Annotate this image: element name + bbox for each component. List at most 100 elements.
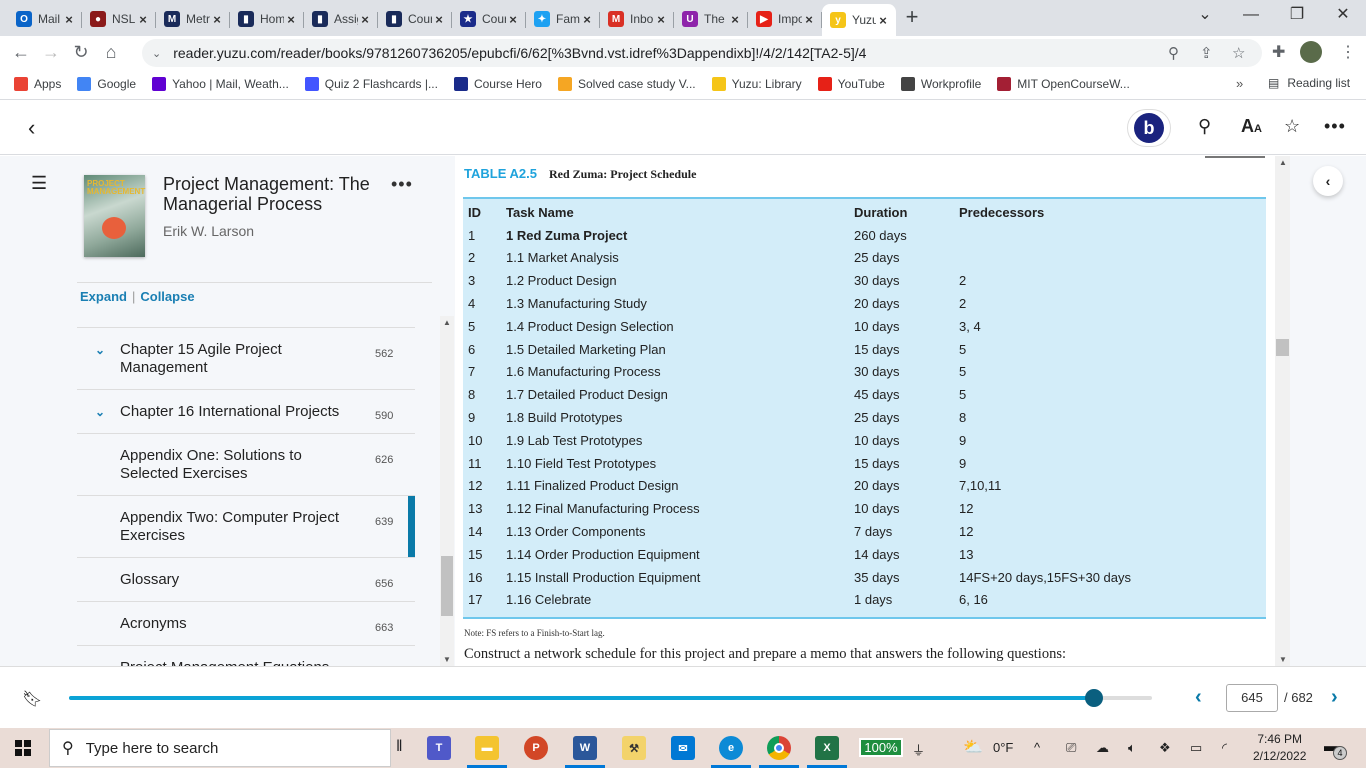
browser-tab[interactable]: M Inbo × — [600, 4, 674, 34]
extensions-icon[interactable]: ✚ — [1272, 42, 1285, 62]
browser-tab[interactable]: ●NSLS× — [82, 4, 156, 34]
bookmark-item[interactable]: Yuzu: Library — [711, 76, 802, 91]
toc-item[interactable]: Appendix Two: Computer Project Exercises… — [77, 495, 415, 557]
page-number-input[interactable]: 645 — [1226, 684, 1278, 712]
close-tab-icon[interactable]: × — [358, 12, 372, 27]
powerpoint-icon[interactable]: P — [524, 736, 548, 760]
back-to-library-icon[interactable]: ‹ — [28, 115, 35, 141]
show-hidden-icons[interactable]: ^ — [1034, 740, 1040, 755]
scroll-down-icon[interactable]: ▼ — [443, 655, 451, 664]
content-scrollbar[interactable]: ▲ ▼ — [1275, 156, 1290, 666]
weather-icon[interactable]: ⛅ — [963, 737, 983, 757]
scroll-up-icon[interactable]: ▲ — [1279, 158, 1287, 167]
taskbar-search[interactable]: ⚲ Type here to search — [49, 729, 391, 767]
toc-item[interactable]: ⌄ Chapter 15 Agile Project Management 562 — [77, 327, 415, 389]
user-avatar[interactable]: b — [1127, 109, 1171, 147]
close-tab-icon[interactable]: × — [62, 12, 76, 27]
bookmark-item[interactable]: Yahoo | Mail, Weath... — [152, 76, 289, 91]
zoom-icon[interactable]: ⚲ — [1168, 44, 1179, 62]
browser-tab[interactable]: ▮ Cour × — [378, 4, 452, 34]
reading-list-button[interactable]: ▤ Reading list — [1268, 76, 1350, 90]
share-icon[interactable]: ⇪ — [1200, 44, 1213, 62]
bookmark-item[interactable]: MIT OpenCourseW... — [997, 76, 1130, 91]
battery-icon[interactable]: ▭ — [1190, 740, 1202, 756]
teams-icon[interactable]: T — [427, 736, 451, 760]
forward-icon[interactable]: → — [36, 42, 66, 63]
bookmark-icon[interactable]: 🔖︎ — [22, 689, 42, 709]
scroll-down-icon[interactable]: ▼ — [1279, 655, 1287, 664]
file-explorer-icon[interactable]: ▬ — [467, 736, 507, 768]
close-tab-icon[interactable]: × — [210, 12, 224, 27]
weather-temp[interactable]: 0°F — [993, 740, 1013, 755]
meet-now-icon[interactable]: ⎚ — [1066, 740, 1076, 756]
scroll-up-icon[interactable]: ▲ — [443, 318, 451, 327]
toc-item[interactable]: ⌄ Chapter 16 International Projects 590 — [77, 389, 415, 433]
scrollbar-thumb[interactable] — [441, 556, 453, 616]
font-size-icon[interactable]: AA — [1241, 116, 1262, 137]
close-tab-icon[interactable]: × — [136, 12, 150, 27]
edge-icon[interactable]: e — [711, 736, 751, 768]
bookmark-item[interactable]: YouTube — [817, 76, 885, 91]
browser-tab[interactable]: ▮ Hom × — [230, 4, 304, 34]
tools-app-icon[interactable]: ⚒ — [622, 736, 646, 760]
page-progress-slider[interactable] — [69, 689, 1152, 707]
notification-center-icon[interactable]: ▬ 4 — [1324, 738, 1347, 760]
browser-tab[interactable]: ▶ Impo × — [748, 4, 822, 34]
address-bar[interactable]: ⌄ reader.yuzu.com/reader/books/978126073… — [142, 39, 1262, 67]
bookmark-item[interactable]: Google — [77, 76, 136, 91]
browser-tab[interactable]: UThe (× — [674, 4, 748, 34]
chevron-down-icon[interactable]: ⌄ — [95, 403, 105, 421]
close-tab-icon[interactable]: × — [802, 12, 816, 27]
task-view-icon[interactable]: ‖ — [396, 738, 403, 756]
notes-star-icon[interactable]: ☆ — [1284, 116, 1300, 137]
bookmark-star-icon[interactable]: ☆ — [1232, 44, 1245, 62]
bookmark-item[interactable]: Workprofile — [900, 76, 981, 91]
toc-item[interactable]: Glossary 656 — [77, 557, 415, 601]
chevron-down-icon[interactable]: ⌄ — [95, 341, 105, 359]
system-clock[interactable]: 7:46 PM 2/12/2022 — [1253, 731, 1306, 765]
bookmark-item[interactable]: Apps — [14, 76, 61, 91]
close-window-button[interactable]: ✕ — [1320, 0, 1366, 30]
onedrive-icon[interactable]: ☁ — [1096, 740, 1109, 756]
start-button[interactable] — [15, 740, 31, 756]
close-tab-icon[interactable]: × — [284, 12, 298, 27]
chrome-icon[interactable] — [759, 736, 799, 768]
minimize-button[interactable]: — — [1228, 0, 1274, 30]
close-tab-icon[interactable]: × — [728, 12, 742, 27]
close-tab-icon[interactable]: × — [654, 12, 668, 27]
reload-icon[interactable]: ↻ — [66, 42, 96, 63]
close-tab-icon[interactable]: × — [876, 13, 890, 28]
mail-icon[interactable]: ✉ — [671, 736, 695, 760]
more-options-icon[interactable]: ••• — [1324, 116, 1346, 137]
browser-tab[interactable]: ★ Cour × — [452, 4, 526, 34]
slider-handle[interactable] — [1084, 689, 1103, 707]
previous-page-button[interactable]: ‹ — [1195, 686, 1202, 709]
volume-icon[interactable]: 🔈︎ — [1128, 740, 1136, 756]
word-icon[interactable]: W — [565, 736, 605, 768]
sidebar-scrollbar[interactable]: ▲ ▼ — [440, 316, 454, 666]
browser-tab[interactable]: M Metr × — [156, 4, 230, 34]
dropbox-icon[interactable]: ❖ — [1159, 740, 1171, 756]
wifi-icon[interactable]: ◜ — [1222, 740, 1227, 756]
restore-button[interactable]: ❐ — [1274, 0, 1320, 30]
tab-search-icon[interactable]: ⌄ — [1182, 0, 1228, 30]
new-tab-button[interactable]: + — [896, 4, 928, 30]
collapse-panel-button[interactable]: ‹ — [1313, 166, 1343, 196]
close-tab-icon[interactable]: × — [432, 12, 446, 27]
collapse-link[interactable]: Collapse — [140, 289, 194, 304]
browser-tab[interactable]: O Mail × — [8, 4, 82, 34]
next-page-button[interactable]: › — [1331, 686, 1338, 709]
scrollbar-thumb[interactable] — [1276, 339, 1289, 356]
bookmark-item[interactable]: Quiz 2 Flashcards |... — [304, 76, 438, 91]
back-icon[interactable]: ← — [6, 42, 36, 63]
bookmark-item[interactable]: Course Hero — [453, 76, 542, 91]
home-icon[interactable]: ⌂ — [96, 42, 126, 63]
close-tab-icon[interactable]: × — [506, 12, 520, 27]
toc-item[interactable]: Appendix One: Solutions to Selected Exer… — [77, 433, 415, 495]
browser-tab[interactable]: ▮Assig× — [304, 4, 378, 34]
site-info-icon[interactable]: ⌄ — [152, 47, 161, 60]
toc-item[interactable]: Acronyms 663 — [77, 601, 415, 645]
book-more-options-icon[interactable]: ••• — [391, 174, 413, 195]
more-bookmarks-icon[interactable]: » — [1236, 76, 1243, 91]
search-icon[interactable]: ⚲ — [1198, 116, 1211, 137]
